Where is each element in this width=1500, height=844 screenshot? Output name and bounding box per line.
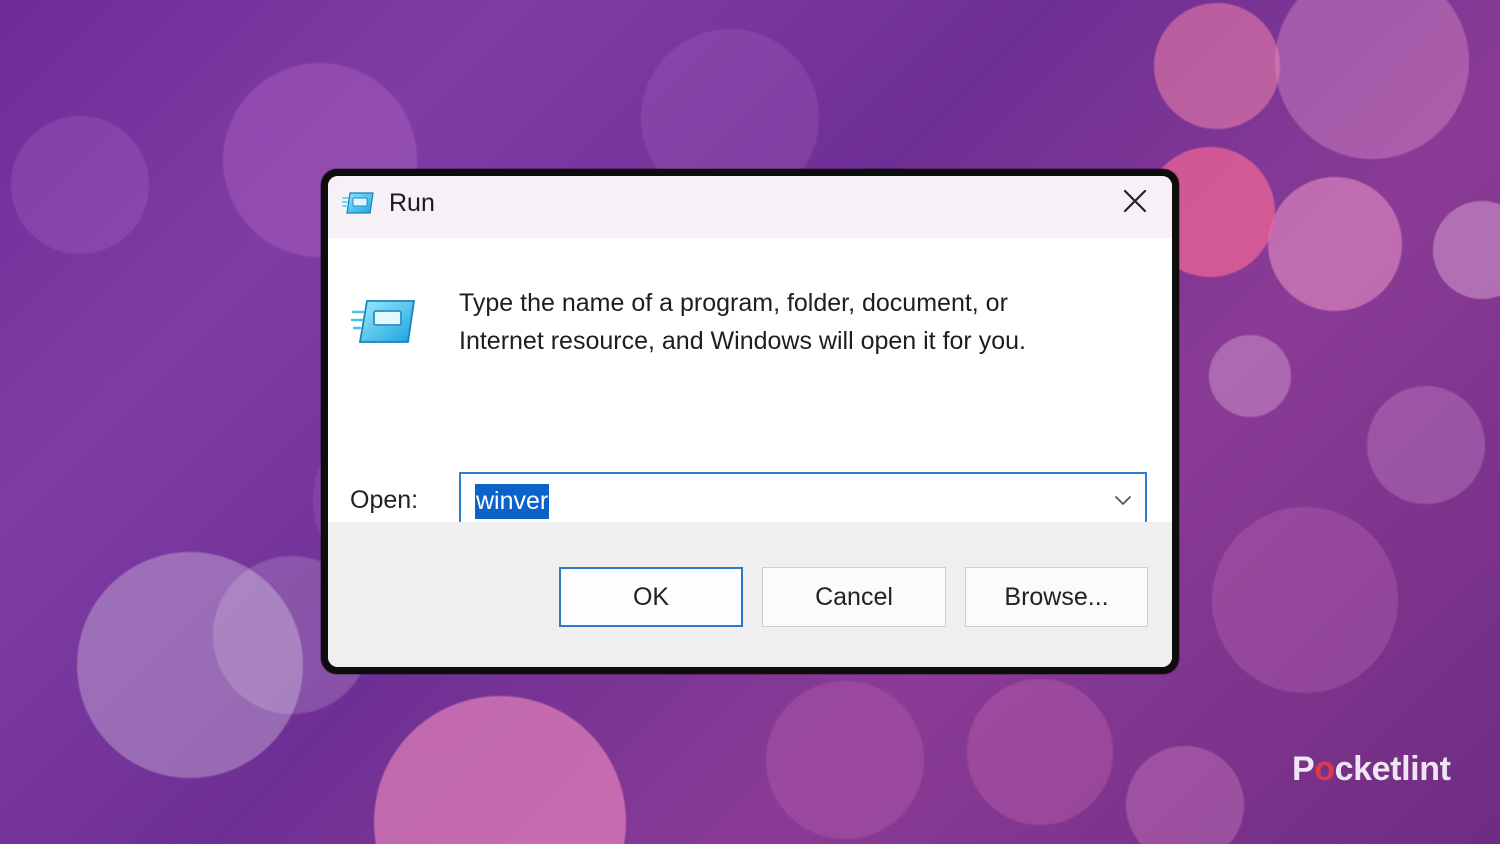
- watermark-part-3: cketlint: [1334, 750, 1451, 788]
- power-icon: o: [1314, 750, 1335, 788]
- pocketlint-watermark: Pocketlint: [1292, 749, 1451, 789]
- cancel-button[interactable]: Cancel: [762, 567, 946, 627]
- run-large-icon: [350, 296, 420, 348]
- window-title: Run: [389, 189, 435, 217]
- open-label: Open:: [350, 486, 419, 514]
- dialog-body: Type the name of a program, folder, docu…: [328, 238, 1172, 527]
- description-line-2: Internet resource, and Windows will open…: [459, 327, 1026, 355]
- run-icon: [341, 190, 378, 216]
- open-input-value[interactable]: winver: [475, 484, 550, 519]
- close-button[interactable]: [1118, 186, 1152, 220]
- watermark-part-1: P: [1292, 750, 1315, 788]
- desktop-background: Run Type the name of a program, folder, …: [0, 0, 1500, 844]
- ok-button[interactable]: OK: [559, 567, 743, 627]
- close-icon[interactable]: [1122, 188, 1148, 219]
- dialog-footer: OK Cancel Browse...: [328, 522, 1172, 667]
- browse-button[interactable]: Browse...: [965, 567, 1148, 627]
- chevron-down-icon[interactable]: [1114, 493, 1132, 507]
- description-text: Type the name of a program, folder, docu…: [459, 284, 1124, 360]
- title-bar[interactable]: Run: [328, 176, 1172, 238]
- description-line-1: Type the name of a program, folder, docu…: [459, 289, 1008, 317]
- open-combobox[interactable]: winver: [459, 472, 1147, 527]
- run-dialog: Run Type the name of a program, folder, …: [328, 176, 1172, 667]
